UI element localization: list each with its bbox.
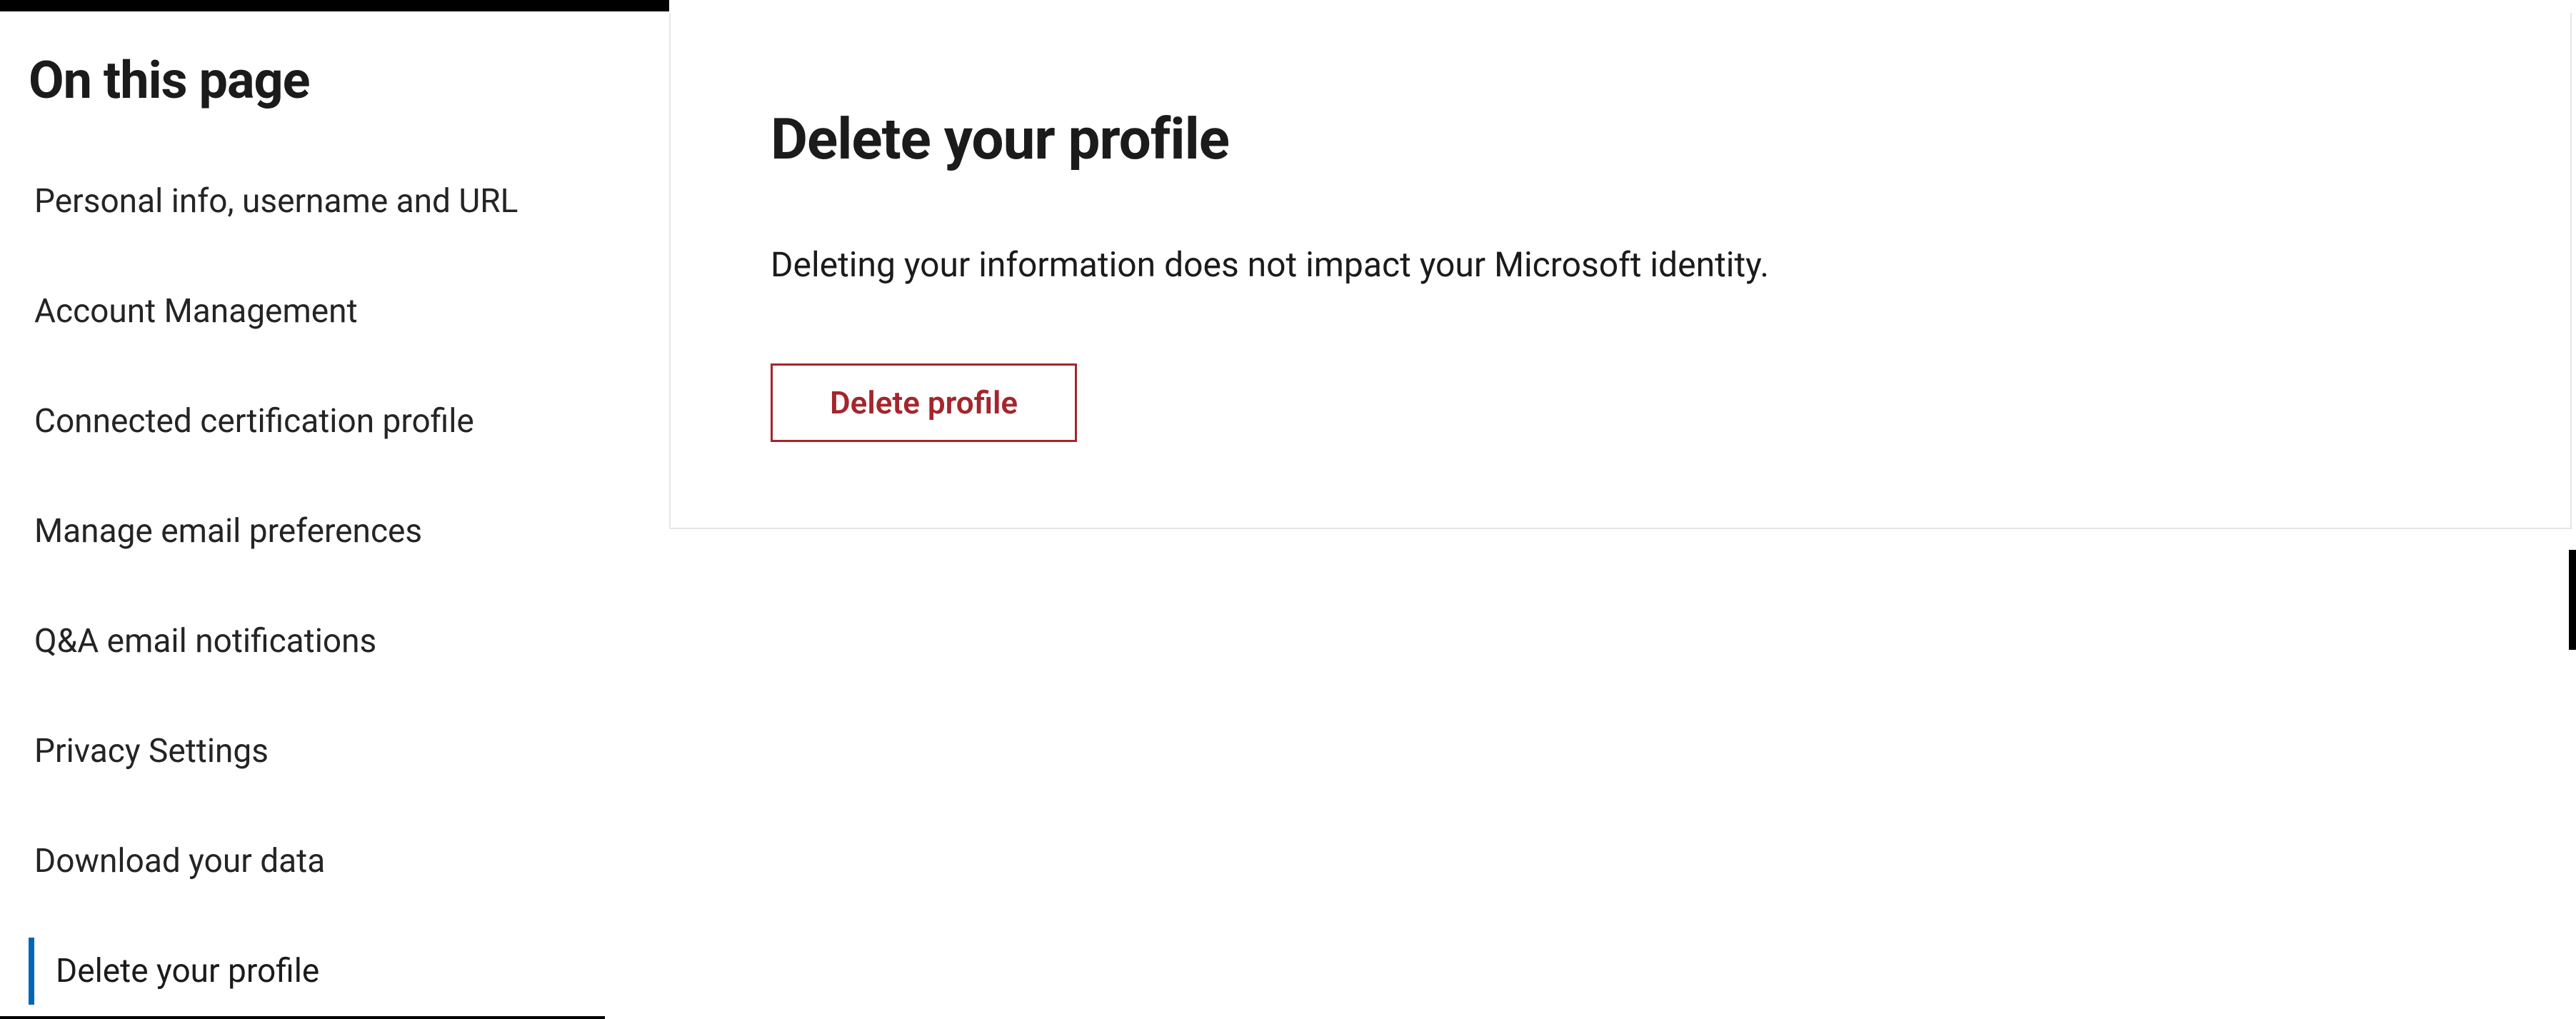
sidebar: On this page Personal info, username and…: [0, 0, 669, 1019]
sidebar-bottom-divider: [0, 1016, 605, 1019]
sidebar-nav: Personal info, username and URL Account …: [29, 168, 641, 1005]
sidebar-item-label: Download your data: [34, 842, 325, 880]
sidebar-item-label: Personal info, username and URL: [34, 182, 518, 221]
delete-profile-description: Deleting your information does not impac…: [771, 244, 2470, 285]
sidebar-item-connected-certification[interactable]: Connected certification profile: [29, 388, 641, 455]
sidebar-item-label: Manage email preferences: [34, 512, 422, 551]
sidebar-item-label: Privacy Settings: [34, 732, 269, 770]
sidebar-item-label: Delete your profile: [56, 952, 319, 990]
sidebar-item-label: Connected certification profile: [34, 402, 474, 441]
sidebar-item-manage-email-preferences[interactable]: Manage email preferences: [29, 498, 641, 565]
sidebar-item-qa-email-notifications[interactable]: Q&A email notifications: [29, 608, 641, 675]
sidebar-item-account-management[interactable]: Account Management: [29, 278, 641, 345]
sidebar-title: On this page: [29, 50, 641, 111]
sidebar-item-personal-info[interactable]: Personal info, username and URL: [29, 168, 641, 235]
sidebar-item-download-your-data[interactable]: Download your data: [29, 828, 641, 895]
sidebar-item-delete-your-profile[interactable]: Delete your profile: [29, 938, 641, 1005]
sidebar-item-label: Q&A email notifications: [34, 622, 376, 661]
page-title: Delete your profile: [771, 106, 2470, 173]
delete-profile-card: Delete your profile Deleting your inform…: [669, 13, 2572, 529]
sidebar-topbar-decor: [0, 0, 669, 11]
sidebar-item-label: Account Management: [34, 292, 358, 331]
right-edge-marker: [2569, 550, 2576, 650]
delete-profile-button[interactable]: Delete profile: [771, 363, 1077, 442]
main-area: Delete your profile Deleting your inform…: [669, 0, 2576, 1019]
sidebar-item-privacy-settings[interactable]: Privacy Settings: [29, 718, 641, 785]
